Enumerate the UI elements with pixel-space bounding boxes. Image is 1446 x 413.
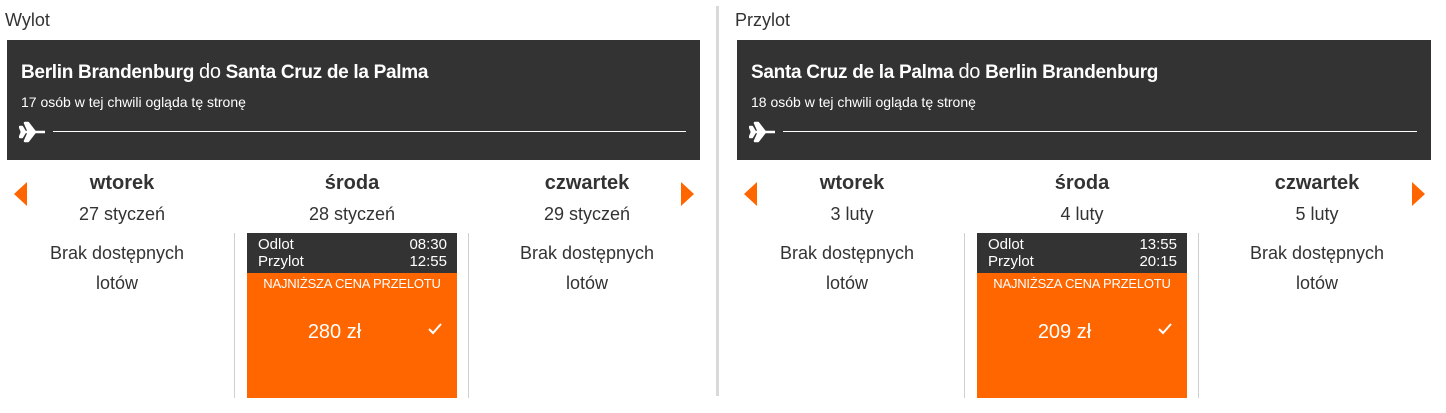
plane-icon — [19, 121, 45, 143]
day-tab-wednesday[interactable]: środa 4 luty — [967, 172, 1197, 225]
price: 280 zł — [307, 321, 362, 343]
column-divider — [468, 233, 469, 398]
column-divider — [1198, 233, 1199, 398]
no-flights-message: Brak dostępnych lotów — [472, 238, 702, 298]
day-of-week: środa — [1054, 172, 1110, 194]
depart-label: Odlot — [258, 236, 294, 253]
inbound-panel: Przylot Santa Cruz de la Palma do Berlin… — [735, 0, 1432, 413]
check-icon — [428, 323, 442, 335]
day-date: 3 luty — [830, 204, 874, 224]
day-of-week: wtorek — [819, 172, 885, 194]
route-line — [53, 131, 686, 132]
route-title: Berlin Brandenburg do Santa Cruz de la P… — [21, 61, 428, 84]
day-date: 29 styczeń — [543, 204, 631, 224]
price: 209 zł — [1037, 321, 1092, 343]
day-of-week: czwartek — [1274, 172, 1360, 194]
viewers-count: 17 osób w tej chwili ogląda tę stronę — [21, 94, 246, 110]
route-to: Berlin Brandenburg — [985, 62, 1159, 83]
no-flights-message: Brak dostępnych lotów — [2, 238, 232, 298]
day-tab-thursday[interactable]: czwartek 29 styczeń — [472, 172, 702, 225]
flight-times: Odlot 13:55 Przylot 20:15 — [977, 233, 1187, 273]
section-title-outbound: Wylot — [5, 10, 50, 30]
route-from: Santa Cruz de la Palma — [751, 62, 954, 83]
day-tab-tuesday[interactable]: wtorek 27 styczeń — [7, 172, 237, 225]
no-flights-line1: Brak dostępnych — [779, 243, 915, 263]
no-flights-line1: Brak dostępnych — [519, 243, 655, 263]
column-divider — [964, 233, 965, 398]
flight-card-selected[interactable]: Odlot 08:30 Przylot 12:55 NAJNIŻSZA CENA P… — [247, 233, 457, 398]
route-header: Berlin Brandenburg do Santa Cruz de la P… — [7, 40, 700, 160]
route-connector: do — [958, 61, 981, 83]
no-flights-line2: lotów — [565, 273, 609, 293]
route-title: Santa Cruz de la Palma do Berlin Branden… — [751, 61, 1158, 84]
flight-times: Odlot 08:30 Przylot 12:55 — [247, 233, 457, 273]
route-from: Berlin Brandenburg — [21, 62, 195, 83]
viewers-count: 18 osób w tej chwili ogląda tę stronę — [751, 94, 976, 110]
day-date: 28 styczeń — [308, 204, 396, 224]
route-connector: do — [199, 61, 221, 83]
day-of-week: czwartek — [544, 172, 630, 194]
outbound-panel: Wylot Berlin Brandenburg do Santa Cruz d… — [5, 0, 702, 413]
no-flights-line1: Brak dostępnych — [49, 243, 185, 263]
day-tab-tuesday[interactable]: wtorek 3 luty — [737, 172, 967, 225]
flight-card-selected[interactable]: Odlot 13:55 Przylot 20:15 NAJNIŻSZA CENA P… — [977, 233, 1187, 398]
arrive-time: 12:55 — [409, 253, 447, 270]
day-date: 5 luty — [1295, 204, 1339, 224]
day-date: 4 luty — [1060, 204, 1104, 224]
plane-icon — [749, 121, 775, 143]
route-to: Santa Cruz de la Palma — [225, 62, 429, 83]
section-title-inbound: Przylot — [735, 10, 791, 30]
route-header: Santa Cruz de la Palma do Berlin Branden… — [737, 40, 1431, 160]
column-divider — [234, 233, 235, 398]
no-flights-line1: Brak dostępnych — [1249, 243, 1385, 263]
route-line — [783, 131, 1417, 132]
arrive-label: Przylot — [988, 253, 1034, 270]
day-of-week: wtorek — [89, 172, 155, 194]
lowest-price-label: NAJNIŻSZA CENA PRZELOTU — [993, 276, 1171, 291]
day-of-week: środa — [324, 172, 380, 194]
day-tab-thursday[interactable]: czwartek 5 luty — [1202, 172, 1432, 225]
arrive-label: Przylot — [258, 253, 304, 270]
no-flights-line2: lotów — [825, 273, 869, 293]
no-flights-message: Brak dostępnych lotów — [1202, 238, 1432, 298]
day-tab-wednesday[interactable]: środa 28 styczeń — [237, 172, 467, 225]
depart-label: Odlot — [988, 236, 1024, 253]
arrive-time: 20:15 — [1139, 253, 1177, 270]
day-date: 27 styczeń — [78, 204, 166, 224]
depart-time: 13:55 — [1139, 236, 1177, 253]
no-flights-line2: lotów — [1295, 273, 1339, 293]
check-icon — [1158, 323, 1172, 335]
depart-time: 08:30 — [409, 236, 447, 253]
no-flights-message: Brak dostępnych lotów — [732, 238, 962, 298]
no-flights-line2: lotów — [95, 273, 139, 293]
panel-divider — [716, 6, 719, 396]
lowest-price-label: NAJNIŻSZA CENA PRZELOTU — [263, 276, 441, 291]
